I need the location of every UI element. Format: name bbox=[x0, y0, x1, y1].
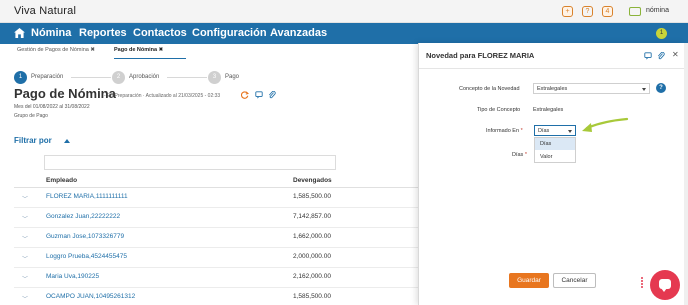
type-label: Tipo de Concepto bbox=[477, 107, 521, 113]
chevron-down-icon[interactable]: ﹀ bbox=[22, 294, 28, 303]
employee-link[interactable]: Guzman Jose,1073326779 bbox=[46, 233, 124, 240]
tab-label: Gestión de Pagos de Nómina bbox=[17, 47, 89, 53]
concept-select[interactable]: Extralegales bbox=[533, 83, 650, 94]
table-row[interactable]: ﹀ Maria Uva,190225 2,162,000.00 bbox=[14, 268, 418, 288]
cancel-button[interactable]: Cancelar bbox=[553, 273, 596, 288]
refresh-icon[interactable] bbox=[241, 91, 249, 99]
table-row[interactable]: ﹀ Loggro Prueba,4524455475 2,000,000.00 bbox=[14, 248, 418, 268]
tab-label: Pago de Nómina bbox=[114, 47, 158, 53]
table-row[interactable]: ﹀ FLOREZ MARIA,1111111111 1,585,500.00 bbox=[14, 188, 418, 208]
table-row[interactable]: ﹀ Guzman Jose,1073326779 1,662,000.00 bbox=[14, 228, 418, 248]
page-scrollbar[interactable] bbox=[684, 43, 688, 305]
step-1-circle: 1 bbox=[14, 71, 27, 84]
step-1-label: Preparación bbox=[31, 74, 64, 80]
table-row[interactable]: ﹀ Gonzalez Juan,22222222 7,142,857.00 bbox=[14, 208, 418, 228]
days-label: Días * bbox=[512, 152, 527, 158]
close-icon[interactable]: ✖ bbox=[159, 47, 164, 53]
home-icon[interactable] bbox=[14, 28, 25, 38]
search-input[interactable] bbox=[44, 155, 336, 170]
status-text: - En Preparación · Actualizado al 21/03/… bbox=[104, 93, 221, 99]
step-2-circle: 2 bbox=[112, 71, 125, 84]
dropdown-option-valor[interactable]: Valor bbox=[535, 151, 575, 163]
tab-pago-nomina[interactable]: Pago de Nómina ✖ bbox=[114, 47, 163, 53]
period-text: Mes del 01/08/2022 al 31/08/2022 bbox=[14, 104, 90, 110]
help-icon[interactable]: ? bbox=[582, 6, 593, 17]
required-mark: * bbox=[520, 128, 523, 134]
top-bar: Viva Natural + ? 4 nómina bbox=[0, 0, 688, 23]
chevron-down-icon bbox=[642, 88, 646, 91]
step-3-label: Pago bbox=[225, 74, 240, 80]
chat-button[interactable] bbox=[650, 270, 680, 300]
group-text: Grupo de Pago bbox=[14, 113, 48, 119]
notification-badge[interactable]: 1 bbox=[656, 28, 667, 39]
drag-handle-icon[interactable] bbox=[641, 277, 646, 291]
employee-link[interactable]: FLOREZ MARIA,1111111111 bbox=[46, 193, 128, 200]
earnings-value: 1,662,000.00 bbox=[293, 233, 331, 240]
employee-link[interactable]: Maria Uva,190225 bbox=[46, 273, 99, 280]
step-connector bbox=[167, 77, 207, 78]
page-title: Pago de Nómina bbox=[14, 86, 116, 101]
step-2-label: Aprobación bbox=[129, 74, 160, 80]
earnings-value: 2,000,000.00 bbox=[293, 253, 331, 260]
user-card-icon[interactable] bbox=[629, 7, 641, 16]
employee-link[interactable]: OCAMPO JUAN,10495261312 bbox=[46, 293, 135, 300]
earnings-value: 2,162,000.00 bbox=[293, 273, 331, 280]
comment-icon[interactable] bbox=[644, 52, 652, 60]
notification-icon[interactable]: 4 bbox=[602, 6, 613, 17]
required-mark: * bbox=[524, 152, 527, 158]
save-button[interactable]: Guardar bbox=[509, 273, 549, 288]
attachment-icon[interactable] bbox=[268, 91, 276, 99]
main-nav: Nómina Reportes Contactos Configuración … bbox=[0, 23, 688, 44]
help-icon[interactable]: ? bbox=[656, 83, 666, 93]
nav-nomina[interactable]: Nómina bbox=[31, 27, 71, 39]
add-icon[interactable]: + bbox=[562, 6, 573, 17]
panel-divider bbox=[419, 68, 685, 69]
employee-link[interactable]: Gonzalez Juan,22222222 bbox=[46, 213, 120, 220]
attachment-icon[interactable] bbox=[657, 52, 665, 60]
step-3-circle: 3 bbox=[208, 71, 221, 84]
reported-selected-value: Días bbox=[538, 128, 550, 134]
reported-dropdown-list: Días Valor bbox=[534, 137, 576, 163]
earnings-value: 7,142,857.00 bbox=[293, 213, 331, 220]
employee-link[interactable]: Loggro Prueba,4524455475 bbox=[46, 253, 127, 260]
panel-title: Novedad para FLOREZ MARIA bbox=[426, 51, 535, 60]
comment-icon[interactable] bbox=[255, 91, 263, 99]
active-tab-indicator bbox=[114, 58, 186, 59]
earnings-value: 1,585,500.00 bbox=[293, 193, 331, 200]
brand-name: Viva Natural bbox=[14, 5, 77, 17]
column-header-employee[interactable]: Empleado bbox=[46, 177, 77, 184]
earnings-value: 1,585,500.00 bbox=[293, 293, 331, 300]
chat-bubble-tail bbox=[661, 288, 667, 292]
concept-selected-value: Extralegales bbox=[537, 86, 568, 92]
nav-reportes[interactable]: Reportes bbox=[79, 27, 127, 39]
type-value: Extralegales bbox=[533, 107, 564, 113]
dropdown-option-dias[interactable]: Días bbox=[535, 138, 575, 150]
user-menu[interactable]: nómina bbox=[646, 7, 669, 14]
nav-avanzadas[interactable]: Avanzadas bbox=[270, 27, 327, 39]
close-icon[interactable]: ✖ bbox=[90, 47, 95, 53]
caret-up-icon[interactable] bbox=[64, 139, 70, 143]
chevron-down-icon[interactable]: ﹀ bbox=[22, 234, 28, 243]
pointer-arrow-icon bbox=[582, 117, 629, 132]
nav-configuracion[interactable]: Configuración bbox=[192, 27, 267, 39]
filter-toggle[interactable]: Filtrar por bbox=[14, 136, 52, 145]
nav-contactos[interactable]: Contactos bbox=[133, 27, 187, 39]
close-icon[interactable]: ✕ bbox=[672, 50, 679, 59]
chevron-down-icon bbox=[568, 130, 572, 133]
chevron-down-icon[interactable]: ﹀ bbox=[22, 214, 28, 223]
table-row[interactable]: ﹀ OCAMPO JUAN,10495261312 1,585,500.00 bbox=[14, 288, 418, 305]
chevron-down-icon[interactable]: ﹀ bbox=[22, 194, 28, 203]
reported-select[interactable]: Días bbox=[534, 125, 576, 136]
days-label-text: Días bbox=[512, 152, 524, 158]
column-header-earnings[interactable]: Devengados bbox=[293, 177, 332, 184]
reported-label: Informado En * bbox=[486, 128, 523, 134]
step-connector bbox=[71, 77, 111, 78]
chevron-down-icon[interactable]: ﹀ bbox=[22, 254, 28, 263]
chevron-down-icon[interactable]: ﹀ bbox=[22, 274, 28, 283]
reported-label-text: Informado En bbox=[486, 128, 520, 134]
novedad-panel: Novedad para FLOREZ MARIA ✕ Concepto de … bbox=[418, 43, 685, 305]
concept-label: Concepto de la Novedad bbox=[459, 86, 520, 92]
tab-gestion-pagos[interactable]: Gestión de Pagos de Nómina ✖ bbox=[17, 47, 95, 53]
